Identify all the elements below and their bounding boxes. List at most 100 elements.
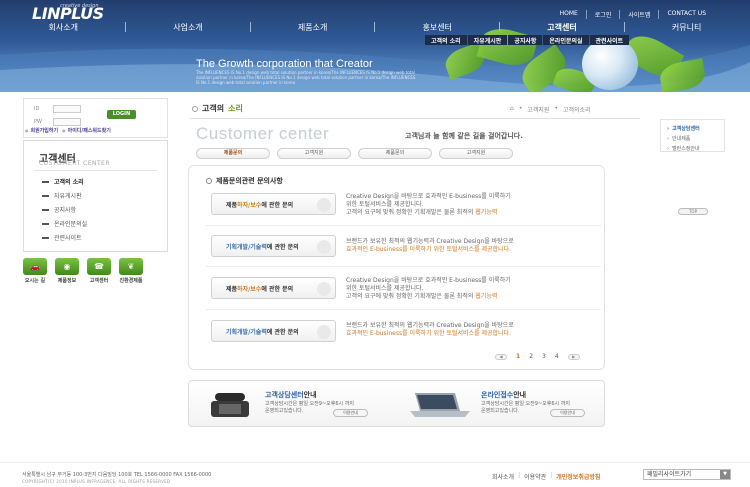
quick-label: 친환경제품 xyxy=(119,278,143,284)
rside-item-counsel[interactable]: 고객상담센터 xyxy=(667,125,700,132)
inquiry-text: 에 관한 문의 xyxy=(266,328,299,336)
gnb-pr-center[interactable]: 홍보센터 xyxy=(423,22,452,34)
tab-customer-support-2[interactable]: 고객지원 xyxy=(439,148,513,159)
id-label: ID xyxy=(34,106,40,112)
next-page-button[interactable]: ▶ xyxy=(567,353,580,360)
circle-bullet-icon xyxy=(192,105,198,112)
page-link[interactable]: 3 xyxy=(542,353,546,360)
page-link[interactable]: 2 xyxy=(529,353,533,360)
online-title: 온라인접수안내 xyxy=(481,390,526,400)
top-link-home[interactable]: HOME xyxy=(552,10,586,19)
tab-product-inquiry[interactable]: 제품문의 xyxy=(196,148,270,159)
gnb-business[interactable]: 사업소개 xyxy=(173,22,202,34)
quick-label: 고객센터 xyxy=(89,278,109,284)
inquiry-highlight: 기획개발/ xyxy=(226,243,251,251)
global-nav: 회사소개 사업소개 제품소개 홍보센터 고객센터 커뮤니티 xyxy=(0,22,750,34)
footer-sep: | xyxy=(550,472,553,479)
online-guide-button[interactable]: 이용안내 xyxy=(550,409,585,417)
site-logo[interactable]: LINPLUS xyxy=(32,4,104,23)
laptop-icon xyxy=(410,393,470,417)
pw-input[interactable] xyxy=(53,118,81,126)
footer-sep: | xyxy=(518,472,521,479)
arrow-icon xyxy=(317,282,331,296)
lnb-item-free-board[interactable]: 자유게시판 xyxy=(42,191,82,200)
subnav-online-inquiry[interactable]: 온라인문의실 xyxy=(543,35,589,45)
subnav-related-sites[interactable]: 관련사이트 xyxy=(589,35,630,45)
quick-product-info[interactable]: ◉ 제품정보 xyxy=(54,258,80,284)
quick-customer-center[interactable]: ☎ 고객센터 xyxy=(86,258,112,284)
page-title-text: 고객의 xyxy=(202,104,225,113)
inquiry-text: 제품 xyxy=(226,201,238,209)
subnav-free-board[interactable]: 자유게시판 xyxy=(467,35,508,45)
lnb-item-related-sites[interactable]: 관련사이트 xyxy=(42,233,82,242)
top-link-sitemap[interactable]: 사이트맵 xyxy=(619,10,658,19)
subnav-customer-voice[interactable]: 고객의 소리 xyxy=(425,35,467,45)
inquiry-text: 제품 xyxy=(226,285,238,293)
top-link-login[interactable]: 로그인 xyxy=(585,10,620,19)
inquiry-highlight: 기획개발/ xyxy=(226,328,251,336)
desc-line: 효과적인 E-business를 이룩하기 위한 토털서비스를 제공합니다. xyxy=(346,330,511,337)
subnav-notice[interactable]: 공지사항 xyxy=(508,35,543,45)
rside-item-balance[interactable]: 벨런스정안내 xyxy=(667,145,700,152)
family-site-select[interactable]: 패밀리사이트가기 ▼ xyxy=(643,469,731,480)
footer-links: 회사소개 | 이용약관 | 개인정보취급방침 xyxy=(492,472,600,481)
desc-line: 위한 토털서비스를 제공합니다. xyxy=(346,285,424,292)
left-nav: 고객센터 CUSTOMERT CENTER 고객의 소리 자유게시판 공지사항 … xyxy=(23,140,168,252)
phone-guide-button[interactable]: 이용안내 xyxy=(333,409,368,417)
family-site-label: 패밀리사이트가기 xyxy=(647,471,692,478)
pagination: ◀ 1 2 3 4 ▶ xyxy=(495,353,580,360)
footer-link-privacy[interactable]: 개인정보취급방침 xyxy=(556,472,600,481)
inquiry-description: 브랜드가 보유한 최적의 웹기능력과 Creative Design을 바탕으로… xyxy=(346,322,601,338)
inquiry-button[interactable]: 제품 하자/보수 에 관한 문의 xyxy=(211,277,336,299)
find-account-link[interactable]: 아이디/패스워드찾기 xyxy=(62,127,111,134)
gnb-community[interactable]: 커뮤니티 xyxy=(672,22,701,34)
circle-bullet-icon xyxy=(206,178,212,184)
home-icon[interactable]: ⌂ xyxy=(510,105,514,114)
gnb-company[interactable]: 회사소개 xyxy=(49,22,78,34)
right-quick-menu: 고객상담센터 안내제품 벨런스정안내 xyxy=(660,119,725,152)
login-button[interactable]: LOGIN xyxy=(107,110,136,119)
lnb-item-customer-voice[interactable]: 고객의 소리 xyxy=(42,177,84,186)
bullet-icon xyxy=(42,180,49,183)
inquiry-button[interactable]: 기획개발/기술력 에 관한 문의 xyxy=(211,235,336,257)
breadcrumb-item[interactable]: 고객지원 xyxy=(527,105,549,114)
desc-line: 브랜드가 보유한 최적의 웹기능력과 Creative Design을 바탕으로 xyxy=(346,322,514,329)
lnb-item-notice[interactable]: 공지사항 xyxy=(42,205,76,214)
hero-subtitle: The INFLUENCES IS No.1 design web total … xyxy=(196,70,416,85)
quick-directions[interactable]: 🚗 오시는 길 xyxy=(22,258,48,284)
divider xyxy=(206,266,601,267)
top-link-contact[interactable]: CONTACT US xyxy=(658,10,714,19)
lnb-item-online-inquiry[interactable]: 온라인문의실 xyxy=(42,219,87,228)
id-input[interactable] xyxy=(53,105,81,113)
phone-center-title: 고객상담센터안내 xyxy=(265,390,317,400)
login-links: 회원가입하기 아이디/패스워드찾기 xyxy=(25,127,111,134)
page-link[interactable]: 1 xyxy=(516,353,520,360)
gnb-products[interactable]: 제품소개 xyxy=(298,22,327,34)
page-link[interactable]: 4 xyxy=(555,353,559,360)
title-text: 안내 xyxy=(513,391,527,399)
top-links: HOME 로그인 사이트맵 CONTACT US xyxy=(552,10,714,19)
arrow-icon xyxy=(317,198,331,212)
lnb-item-label: 고객의 소리 xyxy=(54,179,84,186)
pw-label: PW xyxy=(34,119,42,125)
inquiry-highlight: 기술력 xyxy=(250,328,267,336)
top-button[interactable]: TOP xyxy=(678,208,708,215)
title-accent: 고객상담센터 xyxy=(265,391,304,399)
footer-link-terms[interactable]: 이용약관 xyxy=(524,472,546,481)
rside-item-products[interactable]: 안내제품 xyxy=(667,135,690,142)
inquiry-button[interactable]: 제품 하자/보수 에 관한 문의 xyxy=(211,193,336,215)
lnb-item-label: 관련사이트 xyxy=(54,235,82,242)
desc-line: 위한 토털서비스를 제공합니다. xyxy=(346,201,424,208)
prev-page-button[interactable]: ◀ xyxy=(495,353,507,360)
desc-line: 브랜드가 보유한 최적의 웹기능력과 Creative Design을 바탕으로 xyxy=(346,238,514,245)
signup-link[interactable]: 회원가입하기 xyxy=(25,127,59,134)
bullet-icon xyxy=(42,222,49,225)
inquiry-highlight: 하자/보수 xyxy=(237,285,262,293)
quick-eco-products[interactable]: ❦ 친환경제품 xyxy=(118,258,144,284)
gnb-customer-center[interactable]: 고객센터 xyxy=(547,22,576,34)
tab-product-inquiry-2[interactable]: 제품문의 xyxy=(358,148,432,159)
arrow-icon xyxy=(317,325,331,339)
inquiry-button[interactable]: 기획개발/기술력 에 관한 문의 xyxy=(211,320,336,342)
tab-customer-support[interactable]: 고객지원 xyxy=(277,148,351,159)
footer-link-company[interactable]: 회사소개 xyxy=(492,472,514,481)
